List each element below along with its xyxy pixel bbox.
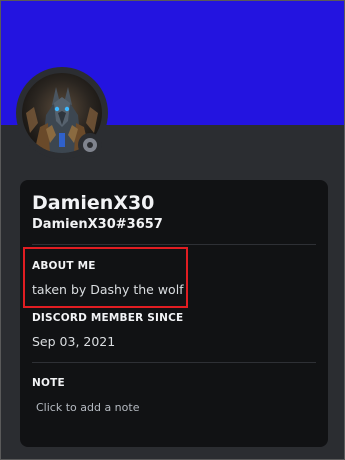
divider: [32, 362, 316, 363]
username[interactable]: DamienX30#3657: [32, 217, 163, 232]
profile-card: DamienX30 DamienX30#3657 ABOUT ME taken …: [20, 180, 328, 447]
display-name: DamienX30: [32, 192, 155, 214]
profile-popout: DamienX30 DamienX30#3657 ABOUT ME taken …: [0, 0, 345, 460]
offline-status-icon: [83, 138, 97, 152]
member-since-date: Sep 03, 2021: [32, 334, 116, 349]
highlight-box: [23, 247, 188, 308]
note-input[interactable]: Click to add a note: [32, 398, 316, 418]
note-title: NOTE: [32, 377, 65, 389]
member-since-title: DISCORD MEMBER SINCE: [32, 312, 184, 324]
divider: [32, 244, 316, 245]
